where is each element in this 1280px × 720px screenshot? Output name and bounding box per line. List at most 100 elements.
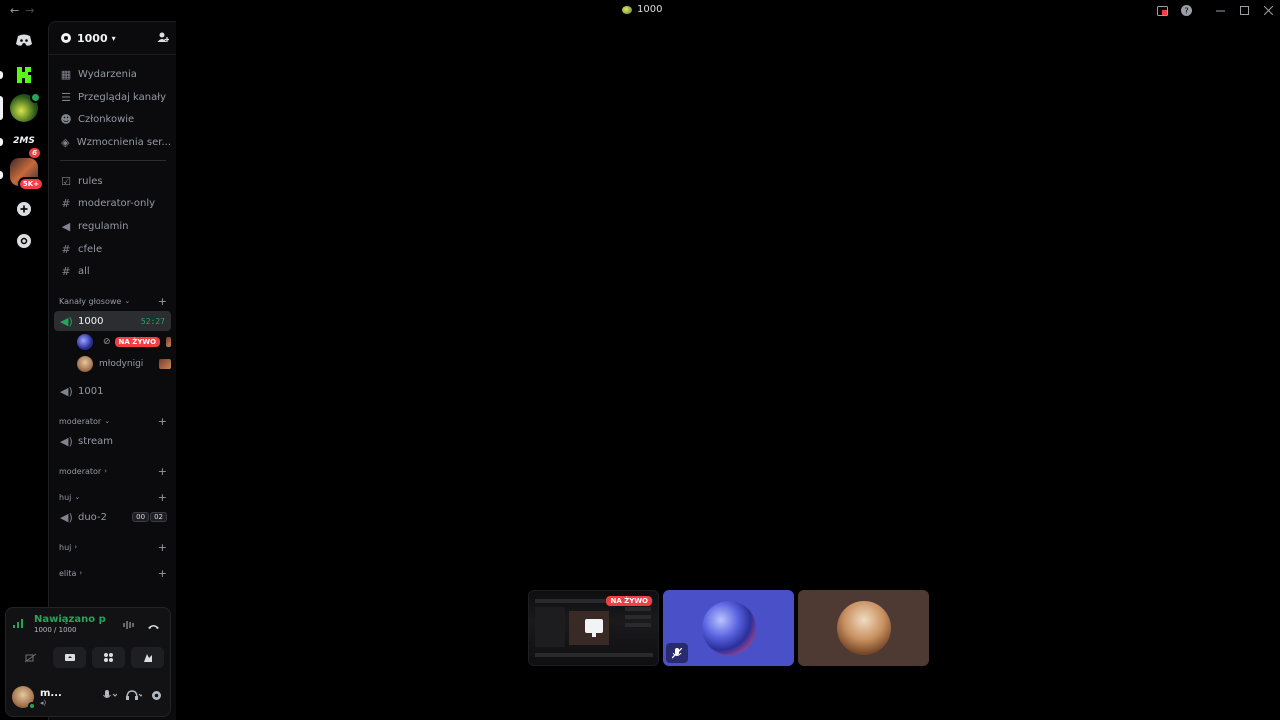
headphones-icon[interactable] bbox=[126, 690, 144, 704]
help-icon[interactable]: ? bbox=[1174, 0, 1198, 21]
invite-people-icon[interactable] bbox=[157, 31, 169, 46]
category-moderator-collapsed[interactable]: moderator › + bbox=[59, 464, 171, 478]
soundboard-button[interactable] bbox=[131, 647, 164, 668]
category-voice-label: Kanały głosowe bbox=[59, 296, 122, 306]
voice-action-buttons bbox=[14, 647, 164, 668]
user-count: 00 bbox=[132, 512, 150, 522]
soundboard-icon bbox=[143, 654, 152, 662]
chevron-right-icon: › bbox=[79, 569, 83, 577]
voice-channel-1001[interactable]: ◀) 1001 bbox=[54, 381, 171, 401]
voice-user-mlodynigi[interactable]: młodynigi bbox=[77, 355, 171, 373]
speaker-badge-icon bbox=[30, 92, 41, 103]
channel-moderator-only-label: moderator-only bbox=[78, 197, 156, 209]
voice-channel-1000[interactable]: ◀) 1000 52:27 bbox=[54, 311, 171, 331]
user-avatar[interactable] bbox=[12, 686, 36, 710]
category-moderator-label: moderator bbox=[59, 416, 102, 426]
inbox-icon[interactable] bbox=[1150, 0, 1174, 21]
chevron-down-icon: ⌄ bbox=[104, 417, 111, 425]
stream-tile[interactable]: NA ŻYWO bbox=[528, 590, 659, 666]
microphone-icon[interactable] bbox=[103, 690, 118, 704]
create-channel-icon[interactable]: + bbox=[158, 295, 167, 308]
menu-boosts[interactable]: ◈ Wzmocnienia ser... bbox=[54, 132, 171, 152]
folder-badge: 5K+ bbox=[17, 177, 44, 191]
participant-tile-streamer[interactable] bbox=[663, 590, 794, 666]
category-huj[interactable]: huj ⌄ + bbox=[59, 490, 171, 504]
server-2ms-icon[interactable]: 2MS 6 bbox=[10, 127, 42, 160]
voice-user-streamer[interactable]: ⊘ NA ŻYWO bbox=[77, 333, 171, 351]
channel-regulamin[interactable]: ◀ regulamin bbox=[54, 216, 171, 236]
live-badge: NA ŻYWO bbox=[114, 337, 161, 347]
guild-header[interactable]: 1000 ▾ bbox=[49, 22, 177, 55]
forward-icon[interactable]: → bbox=[25, 4, 34, 17]
user-controls bbox=[103, 690, 162, 704]
category-elita-label: elita bbox=[59, 568, 77, 578]
noise-suppression-icon[interactable] bbox=[123, 620, 135, 633]
close-icon[interactable] bbox=[1256, 0, 1280, 21]
create-channel-icon[interactable]: + bbox=[158, 415, 167, 428]
user-area: m... ◂) bbox=[12, 682, 166, 712]
camera-off-button[interactable] bbox=[14, 647, 47, 668]
voice-timer: 52:27 bbox=[140, 316, 165, 326]
user-info[interactable]: m... ◂) bbox=[34, 688, 62, 707]
voice-stage: NA ŻYWO bbox=[176, 21, 1280, 720]
avatar bbox=[77, 334, 93, 350]
window-title-text: 1000 bbox=[637, 4, 663, 15]
discord-home-icon[interactable] bbox=[10, 26, 38, 54]
participant-tile-mlodynigi[interactable] bbox=[798, 590, 929, 666]
voice-status[interactable]: Nawiązano poł... 1000 / 1000 bbox=[12, 614, 106, 634]
server-1000-icon[interactable] bbox=[10, 92, 41, 122]
channel-all[interactable]: # all bbox=[54, 261, 171, 281]
create-channel-icon[interactable]: + bbox=[158, 465, 167, 478]
avatar bbox=[77, 356, 93, 372]
add-server-icon[interactable] bbox=[10, 195, 38, 223]
menu-members[interactable]: ☻ Członkowie bbox=[54, 109, 171, 129]
category-voice-channels[interactable]: Kanały głosowe ⌄ + bbox=[59, 294, 171, 308]
activities-button[interactable] bbox=[92, 647, 125, 668]
server-boost-gear-icon bbox=[61, 33, 71, 43]
channel-cfele-label: cfele bbox=[78, 243, 103, 255]
create-channel-icon[interactable]: + bbox=[158, 541, 167, 554]
menu-browse-channels[interactable]: ☰ Przeglądaj kanały bbox=[54, 87, 171, 107]
title-bar: ← → 1000 ? bbox=[0, 0, 1280, 21]
category-huj-label: huj bbox=[59, 492, 72, 502]
disconnect-icon[interactable] bbox=[147, 620, 160, 633]
menu-events[interactable]: ▦ Wydarzenia bbox=[54, 64, 171, 84]
voice-channel-path[interactable]: 1000 / 1000 bbox=[34, 626, 106, 634]
hash-icon: # bbox=[61, 264, 71, 278]
participant-avatar bbox=[702, 601, 756, 655]
unread-indicator-3 bbox=[0, 171, 3, 179]
category-huj-collapsed[interactable]: huj › + bbox=[59, 540, 171, 554]
settings-gear-icon[interactable] bbox=[151, 690, 162, 704]
channel-rules[interactable]: ☑ rules bbox=[54, 171, 171, 191]
speaker-icon: ◀) bbox=[60, 314, 73, 328]
channel-rules-label: rules bbox=[78, 175, 103, 187]
stage-channel-label: stream bbox=[78, 435, 114, 447]
stage-channel-stream[interactable]: ◀) stream bbox=[54, 431, 171, 451]
voice-channel-duo-2[interactable]: ◀) duo-2 00 02 bbox=[54, 507, 171, 527]
screen-share-icon bbox=[585, 619, 603, 637]
screen-share-icon bbox=[64, 653, 75, 661]
server-folder-icon[interactable]: 5K+ bbox=[10, 158, 44, 191]
back-icon[interactable]: ← bbox=[10, 4, 19, 17]
server-kick-icon[interactable] bbox=[10, 61, 38, 89]
create-channel-icon[interactable]: + bbox=[158, 567, 167, 580]
chevron-down-icon: ⌄ bbox=[124, 297, 131, 305]
category-elita[interactable]: elita › + bbox=[59, 566, 171, 580]
category-moderator[interactable]: moderator ⌄ + bbox=[59, 414, 171, 428]
voice-channel-duo-label: duo-2 bbox=[78, 511, 107, 523]
speaker-icon: ◀) bbox=[60, 510, 73, 524]
muted-mic-icon: ⊘ bbox=[103, 337, 111, 347]
screen-share-button[interactable] bbox=[53, 647, 86, 668]
channel-moderator-only[interactable]: # moderator-only bbox=[54, 193, 171, 213]
minimize-icon[interactable] bbox=[1208, 0, 1232, 21]
unread-indicator-2 bbox=[0, 138, 3, 146]
menu-members-label: Członkowie bbox=[78, 113, 135, 125]
channel-cfele[interactable]: # cfele bbox=[54, 239, 171, 259]
discover-icon[interactable] bbox=[10, 227, 38, 255]
maximize-icon[interactable] bbox=[1232, 0, 1256, 21]
announcement-icon: ◀ bbox=[61, 219, 71, 233]
live-badge: NA ŻYWO bbox=[606, 596, 652, 606]
create-channel-icon[interactable]: + bbox=[158, 491, 167, 504]
server-2ms-logo: 2MS bbox=[13, 136, 35, 146]
user-limit: 02 bbox=[150, 512, 167, 522]
